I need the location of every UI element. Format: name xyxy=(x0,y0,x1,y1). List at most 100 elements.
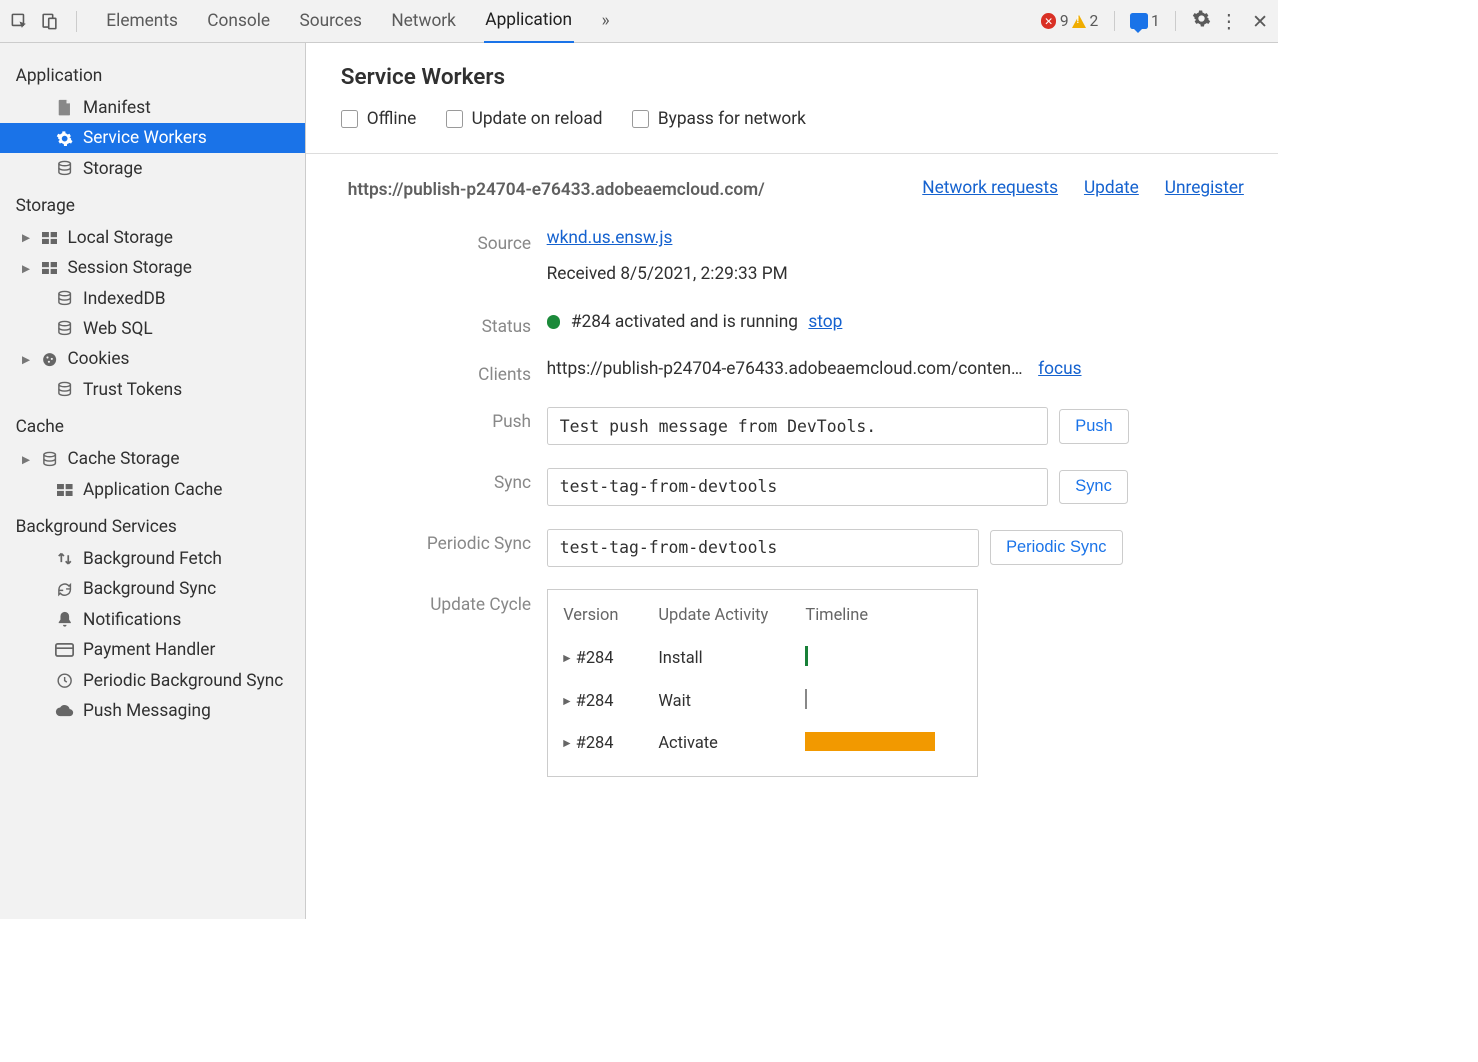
sidebar-item-label: IndexedDB xyxy=(83,289,166,309)
link-network-requests[interactable]: Network requests xyxy=(922,178,1058,198)
sidebar-item-local-storage[interactable]: ▶ Local Storage xyxy=(0,223,305,253)
push-button[interactable]: Push xyxy=(1059,409,1130,444)
expand-icon[interactable]: ▶ xyxy=(563,738,570,749)
sync-button[interactable]: Sync xyxy=(1059,470,1129,505)
checkbox-offline[interactable]: Offline xyxy=(341,109,417,129)
bell-icon xyxy=(55,611,74,628)
tab-network[interactable]: Network xyxy=(390,1,458,42)
db-icon xyxy=(55,320,74,337)
sidebar-item-trust-tokens[interactable]: Trust Tokens xyxy=(0,375,305,405)
sidebar-item-label: Push Messaging xyxy=(83,701,211,721)
grid-icon xyxy=(55,484,74,496)
sidebar-item-label: Notifications xyxy=(83,610,181,630)
sidebar-item-label: Local Storage xyxy=(67,228,173,248)
message-count: 1 xyxy=(1151,12,1160,30)
device-toggle-icon[interactable] xyxy=(40,12,59,31)
link-focus[interactable]: focus xyxy=(1038,359,1081,379)
sync-icon xyxy=(55,581,74,598)
checkbox-update-on-reload[interactable]: Update on reload xyxy=(446,109,603,129)
sidebar-item-cookies[interactable]: ▶ Cookies xyxy=(0,344,305,374)
timeline-bar xyxy=(805,646,808,667)
label-push: Push xyxy=(349,407,531,432)
updown-icon xyxy=(55,550,74,567)
link-update[interactable]: Update xyxy=(1084,178,1139,198)
page-title: Service Workers xyxy=(341,64,1244,90)
section-cache: Cache xyxy=(0,405,305,444)
label-source: Source xyxy=(349,228,531,253)
sidebar-item-storage-overview[interactable]: Storage xyxy=(0,153,305,183)
sidebar-item-push-messaging[interactable]: Push Messaging xyxy=(0,696,305,726)
sidebar-item-background-sync[interactable]: Background Sync xyxy=(0,574,305,604)
sidebar-item-service-workers[interactable]: Service Workers xyxy=(0,123,305,153)
sidebar-item-label: Background Sync xyxy=(83,579,216,599)
timeline-bar xyxy=(805,689,807,710)
sidebar-item-indexeddb[interactable]: IndexedDB xyxy=(0,284,305,314)
origin-url: https://publish-p24704-e76433.adobeaemcl… xyxy=(341,178,765,202)
sync-input[interactable] xyxy=(547,468,1049,506)
tab-elements[interactable]: Elements xyxy=(105,1,180,42)
error-warning-badges[interactable]: ✕ 9 2 xyxy=(1041,12,1098,30)
sidebar-item-label: Periodic Background Sync xyxy=(83,671,283,691)
issues-button[interactable]: 1 xyxy=(1130,12,1160,30)
section-background-services: Background Services xyxy=(0,505,305,544)
sidebar-item-label: Service Workers xyxy=(83,128,207,148)
sidebar-item-label: Background Fetch xyxy=(83,549,222,569)
db-icon xyxy=(55,381,74,398)
sidebar-item-background-fetch[interactable]: Background Fetch xyxy=(0,544,305,574)
sidebar-item-label: Session Storage xyxy=(67,258,192,278)
label-status: Status xyxy=(349,312,531,337)
sidebar-item-label: Trust Tokens xyxy=(83,380,182,400)
db-icon xyxy=(40,451,59,468)
cookie-icon xyxy=(40,351,59,368)
inspect-icon[interactable] xyxy=(10,12,29,31)
checkbox-icon[interactable] xyxy=(341,110,358,127)
sidebar-item-websql[interactable]: Web SQL xyxy=(0,314,305,344)
expand-icon[interactable]: ▶ xyxy=(563,653,570,664)
label-clients: Clients xyxy=(349,359,531,384)
close-icon[interactable]: ✕ xyxy=(1252,10,1268,33)
settings-icon[interactable] xyxy=(1192,9,1211,33)
link-stop[interactable]: stop xyxy=(808,312,842,332)
cloud-icon xyxy=(55,704,74,718)
sidebar-item-label: Manifest xyxy=(83,98,151,118)
tab-console[interactable]: Console xyxy=(206,1,272,42)
sidebar-item-manifest[interactable]: Manifest xyxy=(0,93,305,123)
table-row: ▶#284 Wait xyxy=(563,680,961,723)
table-row: ▶#284 Activate xyxy=(563,723,961,764)
sidebar-item-periodic-sync[interactable]: Periodic Background Sync xyxy=(0,665,305,695)
message-icon xyxy=(1130,13,1147,29)
warning-icon xyxy=(1072,15,1086,28)
tab-sources[interactable]: Sources xyxy=(298,1,364,42)
devtools-tabs: Elements Console Sources Network Applica… xyxy=(105,0,612,43)
update-cycle-table: Version Update Activity Timeline ▶#284 I… xyxy=(547,589,978,777)
expand-icon[interactable]: ▶ xyxy=(21,231,31,244)
sidebar-item-label: Cache Storage xyxy=(67,449,179,469)
tab-more[interactable]: » xyxy=(600,1,612,42)
file-icon xyxy=(55,99,74,116)
periodic-sync-input[interactable] xyxy=(547,529,980,567)
devtools-toolbar: Elements Console Sources Network Applica… xyxy=(0,0,1278,43)
sidebar-item-label: Web SQL xyxy=(83,319,153,339)
error-count: 9 xyxy=(1060,12,1069,30)
periodic-sync-button[interactable]: Periodic Sync xyxy=(990,530,1124,565)
checkbox-icon[interactable] xyxy=(632,110,649,127)
checkbox-icon[interactable] xyxy=(446,110,463,127)
sidebar-item-application-cache[interactable]: Application Cache xyxy=(0,474,305,504)
checkbox-bypass[interactable]: Bypass for network xyxy=(632,109,806,129)
sidebar-item-session-storage[interactable]: ▶ Session Storage xyxy=(0,253,305,283)
link-unregister[interactable]: Unregister xyxy=(1165,178,1244,198)
expand-icon[interactable]: ▶ xyxy=(563,696,570,707)
expand-icon[interactable]: ▶ xyxy=(21,353,31,366)
link-source-file[interactable]: wknd.us.ensw.js xyxy=(547,228,673,248)
sidebar-item-notifications[interactable]: Notifications xyxy=(0,605,305,635)
sidebar-item-cache-storage[interactable]: ▶ Cache Storage xyxy=(0,444,305,474)
label-periodic-sync: Periodic Sync xyxy=(349,529,531,554)
main-panel: Service Workers Offline Update on reload… xyxy=(306,43,1278,918)
status-dot-icon xyxy=(547,315,561,329)
tab-application[interactable]: Application xyxy=(484,0,574,43)
sidebar-item-payment-handler[interactable]: Payment Handler xyxy=(0,635,305,665)
more-menu-icon[interactable]: ⋮ xyxy=(1219,10,1238,33)
expand-icon[interactable]: ▶ xyxy=(21,262,31,275)
expand-icon[interactable]: ▶ xyxy=(21,453,31,466)
push-input[interactable] xyxy=(547,407,1049,445)
